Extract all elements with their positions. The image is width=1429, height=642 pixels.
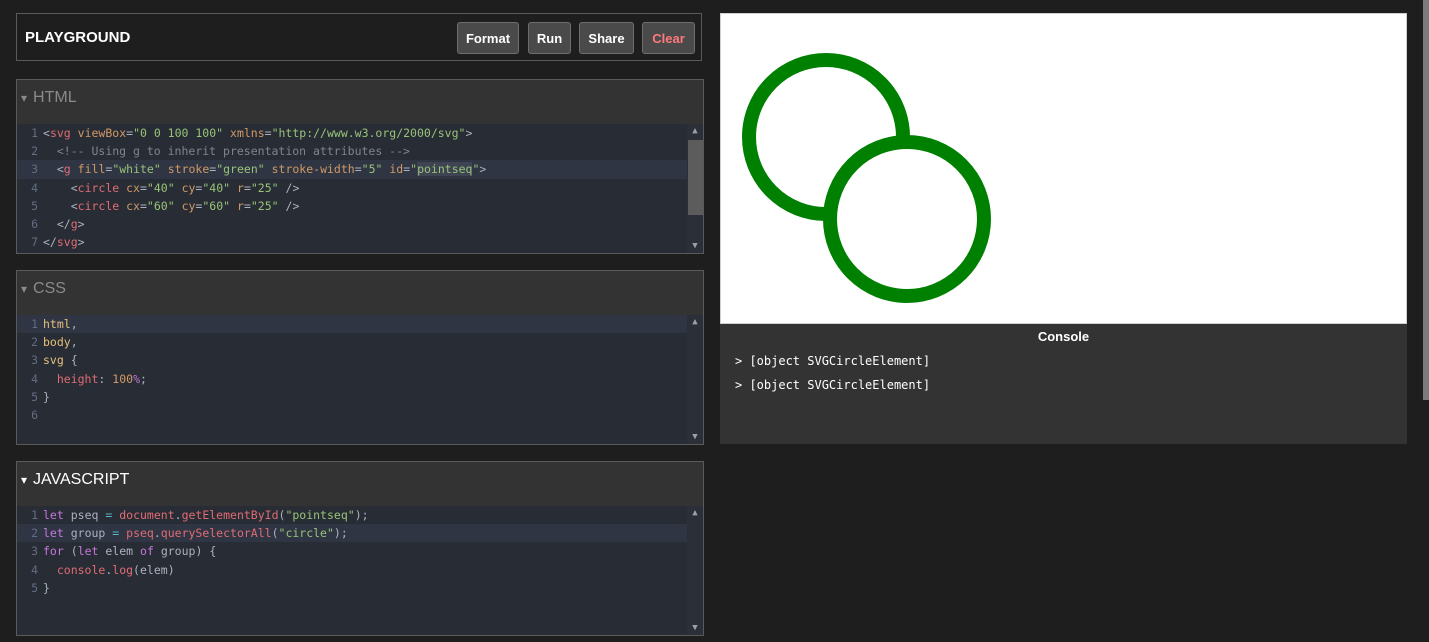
collapse-arrow-icon: ▾ <box>21 473 28 487</box>
line-number: 4 <box>31 562 38 577</box>
line-number: 5 <box>31 389 38 404</box>
line-number: 2 <box>31 335 38 350</box>
output-preview[interactable] <box>720 13 1407 324</box>
javascript-panel-header[interactable]: ▾ JAVASCRIPT <box>17 462 703 498</box>
collapse-arrow-icon: ▾ <box>21 91 28 105</box>
format-button[interactable]: Format <box>457 22 519 54</box>
code-line: 4 <circle cx="40" cy="40" r="25" /> <box>17 179 703 197</box>
css-panel-title: CSS <box>33 280 66 297</box>
editor-scrollbar[interactable]: ▲ ▼ <box>687 315 703 444</box>
code-line: 1 <svg viewBox="0 0 100 100" xmlns="http:… <box>17 124 703 142</box>
line-number: 2 <box>31 144 38 159</box>
scroll-up-icon[interactable]: ▲ <box>687 506 703 520</box>
code-line: 5} <box>17 388 703 406</box>
css-code-editor[interactable]: 1 html, 2 body, 3 svg { 4 height: 100%; 5} … <box>17 315 703 444</box>
html-panel-header[interactable]: ▾ HTML <box>17 80 703 116</box>
code-line: 2 <!-- Using g to inherit presentation a… <box>17 142 703 160</box>
line-number: 4 <box>31 371 38 386</box>
css-panel-header[interactable]: ▾ CSS <box>17 271 703 307</box>
code-line: 3 svg { <box>17 351 703 369</box>
line-number: 3 <box>31 544 38 559</box>
javascript-panel: ▾ JAVASCRIPT 1 let pseq = document.getEle… <box>16 461 704 636</box>
collapse-arrow-icon: ▾ <box>21 282 28 296</box>
scroll-up-icon[interactable]: ▲ <box>687 124 703 138</box>
line-number: 1 <box>31 317 38 331</box>
line-number: 6 <box>31 216 38 231</box>
toolbar: PLAYGROUND Format Run Share Clear <box>16 13 702 61</box>
scroll-down-icon[interactable]: ▼ <box>687 430 703 444</box>
code-line: 1 let pseq = document.getElementById("poi… <box>17 506 703 524</box>
code-line: 2 let group = pseq.querySelectorAll("circ… <box>17 524 703 543</box>
code-line: 4 height: 100%; <box>17 370 703 388</box>
line-number: 5 <box>31 198 38 213</box>
share-button[interactable]: Share <box>579 22 634 54</box>
line-number: 1 <box>31 508 38 522</box>
line-number: 4 <box>31 180 38 195</box>
code-line: 7 </svg> <box>17 233 703 251</box>
code-line: 2 body, <box>17 333 703 351</box>
app-title: PLAYGROUND <box>25 29 131 46</box>
line-number: 1 <box>31 126 38 140</box>
circle-group <box>742 53 991 303</box>
code-line: 4 console.log(elem) <box>17 561 703 579</box>
page-scrollbar[interactable] <box>1423 0 1429 400</box>
console-title: Console <box>1037 329 1090 344</box>
code-line: 5 <circle cx="60" cy="60" r="25" /> <box>17 197 703 215</box>
selected-text: pointseq <box>417 162 473 177</box>
code-line: 6 <box>17 406 703 424</box>
css-panel: ▾ CSS 1 html, 2 body, 3 svg { 4 height: 100… <box>16 270 704 445</box>
scroll-up-icon[interactable]: ▲ <box>687 315 703 329</box>
code-line: 3 for (let elem of group) { <box>17 542 703 560</box>
console-log-line: > [object SVGCircleElement] <box>735 354 931 368</box>
code-line: 5} <box>17 579 703 597</box>
clear-button[interactable]: Clear <box>642 22 695 54</box>
code-line: 3 <g fill="white" stroke="green" stroke-… <box>17 160 703 179</box>
scrollbar-thumb[interactable] <box>688 140 703 215</box>
html-code-editor[interactable]: 1 <svg viewBox="0 0 100 100" xmlns="http:… <box>17 124 703 253</box>
javascript-code-editor[interactable]: 1 let pseq = document.getElementById("poi… <box>17 506 703 635</box>
line-number: 7 <box>31 235 38 250</box>
line-number: 2 <box>31 526 38 541</box>
line-number: 3 <box>31 353 38 368</box>
code-line: 6 </g> <box>17 215 703 233</box>
line-number: 5 <box>31 580 38 595</box>
line-number: 3 <box>31 162 38 177</box>
preview-svg <box>742 53 991 303</box>
editor-scrollbar[interactable]: ▲ ▼ <box>687 124 703 253</box>
html-panel-title: HTML <box>33 89 77 106</box>
run-button[interactable]: Run <box>528 22 571 54</box>
scroll-down-icon[interactable]: ▼ <box>687 621 703 635</box>
circle-2 <box>823 135 991 303</box>
javascript-panel-title: JAVASCRIPT <box>33 471 130 488</box>
code-line: 1 html, <box>17 315 703 334</box>
line-number: 6 <box>31 407 38 422</box>
console-panel: Console > [object SVGCircleElement] > [o… <box>720 324 1407 444</box>
html-panel: ▾ HTML 1 <svg viewBox="0 0 100 100" xmlns… <box>16 79 704 254</box>
editor-scrollbar[interactable]: ▲ ▼ <box>687 506 703 635</box>
scroll-down-icon[interactable]: ▼ <box>687 239 703 253</box>
console-log-line: > [object SVGCircleElement] <box>735 378 931 392</box>
